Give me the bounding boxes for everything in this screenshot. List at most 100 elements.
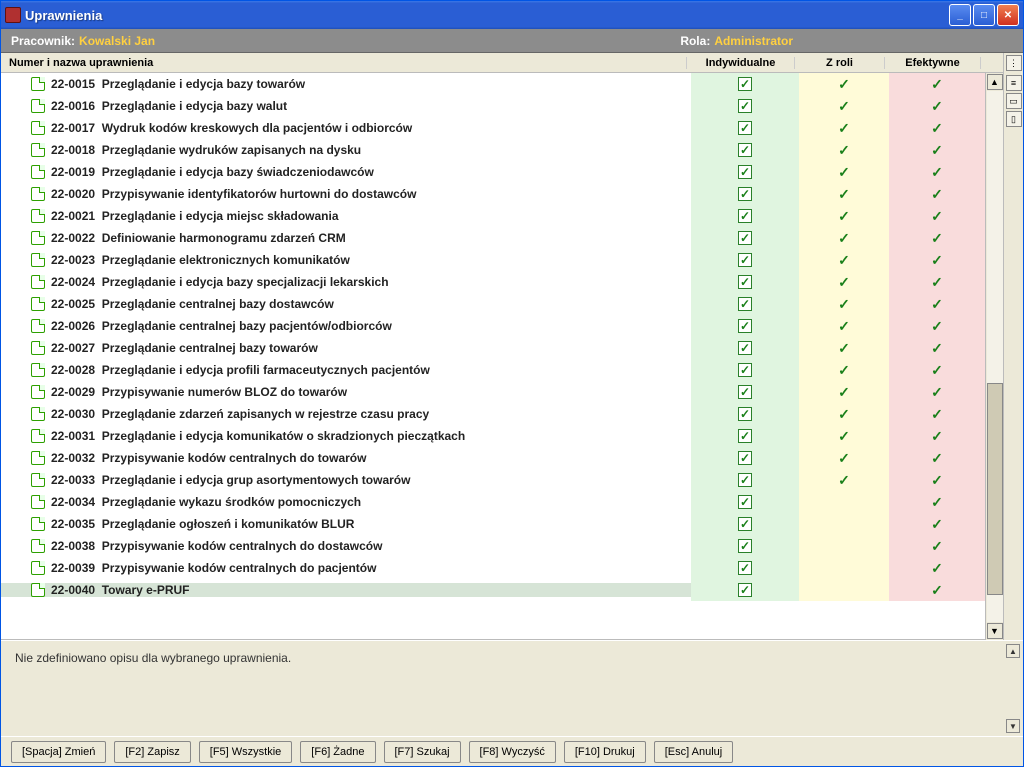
page-icon [31, 385, 45, 399]
permission-row[interactable]: 22-0019 Przeglądanie i edycja bazy świad… [1, 161, 985, 183]
save-button[interactable]: [F2] Zapisz [114, 741, 190, 763]
individual-checkbox[interactable]: ✓ [738, 319, 752, 333]
permission-row[interactable]: 22-0026 Przeglądanie centralnej bazy pac… [1, 315, 985, 337]
vertical-scrollbar[interactable]: ▲ ▼ [985, 73, 1003, 640]
desc-scroll-down[interactable]: ▼ [1006, 719, 1020, 733]
permission-row[interactable]: 22-0021 Przeglądanie i edycja miejsc skł… [1, 205, 985, 227]
permission-code: 22-0031 [51, 429, 95, 443]
col-name[interactable]: Numer i nazwa uprawnienia [1, 57, 687, 69]
effective-check-icon: ✓ [931, 142, 943, 159]
permission-code: 22-0029 [51, 385, 95, 399]
tool-icon[interactable]: ⋮ [1006, 55, 1022, 71]
individual-checkbox[interactable]: ✓ [738, 231, 752, 245]
titlebar[interactable]: Uprawnienia _ □ ✕ [1, 1, 1023, 29]
tool2-icon[interactable]: ▭ [1006, 93, 1022, 109]
role-check-icon: ✓ [838, 120, 850, 137]
individual-checkbox[interactable]: ✓ [738, 429, 752, 443]
page-icon [31, 473, 45, 487]
individual-checkbox[interactable]: ✓ [738, 165, 752, 179]
page-icon [31, 275, 45, 289]
col-individual[interactable]: Indywidualne [687, 57, 795, 69]
role-check-icon: ✓ [838, 98, 850, 115]
individual-checkbox[interactable]: ✓ [738, 209, 752, 223]
col-role[interactable]: Z roli [795, 57, 885, 69]
desc-scroll-up[interactable]: ▲ [1006, 644, 1020, 658]
scroll-track[interactable] [987, 91, 1003, 622]
permission-row[interactable]: 22-0017 Wydruk kodów kreskowych dla pacj… [1, 117, 985, 139]
role-check-icon: ✓ [838, 406, 850, 423]
effective-check-icon: ✓ [931, 76, 943, 93]
individual-checkbox[interactable]: ✓ [738, 495, 752, 509]
individual-checkbox[interactable]: ✓ [738, 121, 752, 135]
permission-row[interactable]: 22-0038 Przypisywanie kodów centralnych … [1, 535, 985, 557]
individual-checkbox[interactable]: ✓ [738, 473, 752, 487]
effective-check-icon: ✓ [931, 164, 943, 181]
scroll-thumb[interactable] [987, 383, 1003, 595]
permissions-window: Uprawnienia _ □ ✕ Pracownik: Kowalski Ja… [0, 0, 1024, 767]
none-button[interactable]: [F6] Żadne [300, 741, 375, 763]
permission-row[interactable]: 22-0032 Przypisywanie kodów centralnych … [1, 447, 985, 469]
permission-row[interactable]: 22-0031 Przeglądanie i edycja komunikató… [1, 425, 985, 447]
permission-code: 22-0018 [51, 143, 95, 157]
permission-row[interactable]: 22-0020 Przypisywanie identyfikatorów hu… [1, 183, 985, 205]
page-icon [31, 451, 45, 465]
individual-checkbox[interactable]: ✓ [738, 363, 752, 377]
permission-row[interactable]: 22-0022 Definiowanie harmonogramu zdarze… [1, 227, 985, 249]
scroll-down-button[interactable]: ▼ [987, 623, 1003, 639]
individual-checkbox[interactable]: ✓ [738, 275, 752, 289]
effective-check-icon: ✓ [931, 560, 943, 577]
maximize-button[interactable]: □ [973, 4, 995, 26]
individual-checkbox[interactable]: ✓ [738, 77, 752, 91]
tool1-icon[interactable]: ≡ [1006, 75, 1022, 91]
change-button[interactable]: [Spacja] Zmień [11, 741, 106, 763]
permission-row[interactable]: 22-0033 Przeglądanie i edycja grup asort… [1, 469, 985, 491]
permission-row[interactable]: 22-0016 Przeglądanie i edycja bazy walut… [1, 95, 985, 117]
permission-row[interactable]: 22-0025 Przeglądanie centralnej bazy dos… [1, 293, 985, 315]
permission-text: Przeglądanie i edycja komunikatów o skra… [102, 429, 465, 443]
permission-row[interactable]: 22-0028 Przeglądanie i edycja profili fa… [1, 359, 985, 381]
permission-row[interactable]: 22-0024 Przeglądanie i edycja bazy specj… [1, 271, 985, 293]
permission-code: 22-0030 [51, 407, 95, 421]
permission-row[interactable]: 22-0023 Przeglądanie elektronicznych kom… [1, 249, 985, 271]
role-check-icon: ✓ [838, 252, 850, 269]
scroll-up-button[interactable]: ▲ [987, 74, 1003, 90]
individual-checkbox[interactable]: ✓ [738, 253, 752, 267]
individual-checkbox[interactable]: ✓ [738, 143, 752, 157]
individual-checkbox[interactable]: ✓ [738, 99, 752, 113]
permission-row[interactable]: 22-0015 Przeglądanie i edycja bazy towar… [1, 73, 985, 95]
individual-checkbox[interactable]: ✓ [738, 583, 752, 597]
tool3-icon[interactable]: ▯ [1006, 111, 1022, 127]
permissions-grid[interactable]: 22-0015 Przeglądanie i edycja bazy towar… [1, 73, 985, 640]
individual-checkbox[interactable]: ✓ [738, 297, 752, 311]
clear-button[interactable]: [F8] Wyczyść [469, 741, 556, 763]
permission-row[interactable]: 22-0040 Towary e-PRUF✓✓ [1, 579, 985, 601]
permission-row[interactable]: 22-0035 Przeglądanie ogłoszeń i komunika… [1, 513, 985, 535]
individual-checkbox[interactable]: ✓ [738, 187, 752, 201]
close-button[interactable]: ✕ [997, 4, 1019, 26]
role-check-icon: ✓ [838, 428, 850, 445]
individual-checkbox[interactable]: ✓ [738, 407, 752, 421]
permission-row[interactable]: 22-0030 Przeglądanie zdarzeń zapisanych … [1, 403, 985, 425]
permission-code: 22-0034 [51, 495, 95, 509]
individual-checkbox[interactable]: ✓ [738, 561, 752, 575]
search-button[interactable]: [F7] Szukaj [384, 741, 461, 763]
individual-checkbox[interactable]: ✓ [738, 539, 752, 553]
all-button[interactable]: [F5] Wszystkie [199, 741, 293, 763]
permission-row[interactable]: 22-0029 Przypisywanie numerów BLOZ do to… [1, 381, 985, 403]
permission-row[interactable]: 22-0034 Przeglądanie wykazu środków pomo… [1, 491, 985, 513]
cancel-button[interactable]: [Esc] Anuluj [654, 741, 733, 763]
employee-label: Pracownik: [11, 34, 75, 48]
page-icon [31, 319, 45, 333]
desc-scrollbar[interactable]: ▲ ▼ [1005, 643, 1021, 734]
effective-check-icon: ✓ [931, 340, 943, 357]
individual-checkbox[interactable]: ✓ [738, 385, 752, 399]
col-effective[interactable]: Efektywne [885, 57, 981, 69]
permission-row[interactable]: 22-0039 Przypisywanie kodów centralnych … [1, 557, 985, 579]
permission-row[interactable]: 22-0027 Przeglądanie centralnej bazy tow… [1, 337, 985, 359]
individual-checkbox[interactable]: ✓ [738, 341, 752, 355]
individual-checkbox[interactable]: ✓ [738, 517, 752, 531]
print-button[interactable]: [F10] Drukuj [564, 741, 646, 763]
permission-row[interactable]: 22-0018 Przeglądanie wydruków zapisanych… [1, 139, 985, 161]
individual-checkbox[interactable]: ✓ [738, 451, 752, 465]
minimize-button[interactable]: _ [949, 4, 971, 26]
